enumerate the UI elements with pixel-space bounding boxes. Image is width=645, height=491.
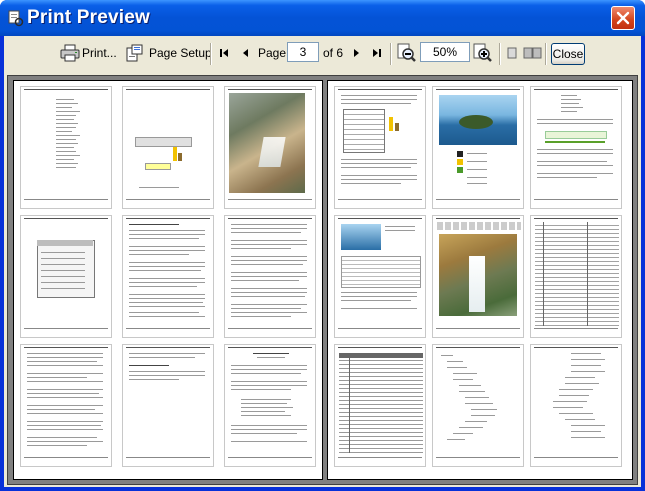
page-setup-label: Page Setup xyxy=(149,46,212,60)
print-label: Print... xyxy=(82,46,117,60)
page-thumbnail[interactable] xyxy=(334,215,426,338)
zoom-in-button[interactable] xyxy=(473,41,493,65)
first-page-icon xyxy=(220,49,228,57)
print-preview-window: Print Preview Print... Page Setup Page 3… xyxy=(0,0,645,491)
print-icon xyxy=(60,44,80,62)
page-label: Page xyxy=(258,46,287,60)
title-bar[interactable]: Print Preview xyxy=(0,0,645,36)
page-thumbnail[interactable] xyxy=(20,344,112,467)
page-thumbnail[interactable] xyxy=(122,344,214,467)
last-page-button[interactable] xyxy=(370,41,384,65)
page-thumbnail[interactable] xyxy=(20,86,112,209)
previous-page-button[interactable] xyxy=(239,41,253,65)
close-preview-button[interactable]: Close xyxy=(551,43,585,65)
zoom-out-button[interactable] xyxy=(397,41,417,65)
page-thumbnail[interactable] xyxy=(224,86,316,209)
toolbar-separator xyxy=(499,43,501,65)
page-thumbnail[interactable] xyxy=(530,344,622,467)
window-close-button[interactable] xyxy=(611,6,635,30)
previous-page-icon xyxy=(243,49,248,57)
page-thumbnail[interactable] xyxy=(432,86,524,209)
page-thumbnail[interactable] xyxy=(334,86,426,209)
page-setup-button[interactable]: Page Setup xyxy=(126,41,212,65)
last-page-icon xyxy=(373,49,381,57)
page-thumbnail[interactable] xyxy=(224,215,316,338)
toolbar-separator xyxy=(390,43,392,65)
page-thumbnail[interactable] xyxy=(20,215,112,338)
preview-area[interactable] xyxy=(7,75,638,485)
page-thumbnail[interactable] xyxy=(530,86,622,209)
next-page-button[interactable] xyxy=(349,41,363,65)
print-button[interactable]: Print... xyxy=(60,41,117,65)
next-page-icon xyxy=(354,49,359,57)
page-thumbnail[interactable] xyxy=(432,215,524,338)
page-thumbnail[interactable] xyxy=(122,86,214,209)
toolbar-separator xyxy=(210,43,212,65)
page-thumbnail[interactable] xyxy=(122,215,214,338)
multi-page-view-icon xyxy=(523,47,542,59)
client-area: Print... Page Setup Page 3 of 6 50% Clos… xyxy=(4,36,641,487)
single-page-view-button[interactable] xyxy=(506,41,518,65)
page-setup-icon xyxy=(126,44,143,62)
page-thumbnail[interactable] xyxy=(224,344,316,467)
zoom-in-icon xyxy=(473,43,492,62)
page-thumbnail[interactable] xyxy=(530,215,622,338)
preview-sheet-left xyxy=(13,80,323,480)
page-number-input[interactable] xyxy=(287,42,319,62)
window-title: Print Preview xyxy=(27,7,150,28)
page-thumbnail[interactable] xyxy=(334,344,426,467)
printer-app-icon xyxy=(8,10,24,27)
toolbar: Print... Page Setup Page 3 of 6 50% Clos… xyxy=(4,36,641,72)
zoom-level-field[interactable]: 50% xyxy=(420,42,470,62)
zoom-out-icon xyxy=(397,43,416,62)
preview-sheet-right xyxy=(327,80,633,480)
single-page-view-icon xyxy=(507,47,517,59)
toolbar-separator xyxy=(545,43,547,65)
close-icon xyxy=(616,11,630,25)
first-page-button[interactable] xyxy=(217,41,231,65)
page-count-label: of 6 xyxy=(323,46,344,60)
page-thumbnail[interactable] xyxy=(432,344,524,467)
multi-page-view-button[interactable] xyxy=(523,41,543,65)
